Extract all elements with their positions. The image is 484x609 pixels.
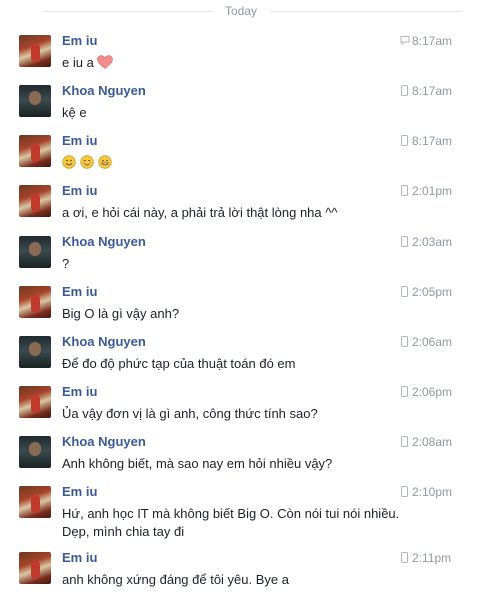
timestamp-text: 8:17am — [412, 84, 453, 98]
timestamp-text: 2:03am — [412, 235, 453, 249]
timestamp: 8:17am — [400, 33, 462, 49]
sender-name[interactable]: Em iu — [62, 183, 97, 199]
mobile-icon — [400, 436, 409, 447]
sender-name[interactable]: Khoa Nguyen — [62, 83, 146, 99]
timestamp: 2:06am — [400, 334, 462, 350]
mobile-icon — [400, 552, 409, 563]
date-divider: Today — [0, 3, 484, 19]
message-text-content: e iu a — [62, 55, 94, 70]
sender-name[interactable]: Em iu — [62, 550, 97, 566]
message-item: Em iu 8:17am — [0, 133, 484, 173]
message-text: e iu a — [62, 54, 462, 72]
message-text: Để đo độ phức tạp của thuật toán đó em — [62, 356, 296, 371]
sender-name[interactable]: Khoa Nguyen — [62, 334, 146, 350]
grin-emoji-icon — [98, 155, 112, 169]
message-text: Ủa vậy đơn vị là gì anh, công thức tính … — [62, 406, 318, 421]
message-text: Big O là gì vậy anh? — [62, 306, 180, 321]
smile-emoji-icon — [62, 155, 76, 169]
message-text: ? — [62, 256, 70, 271]
sender-name[interactable]: Em iu — [62, 384, 97, 400]
message-item: Em iu 2:06pm Ủa vậy đơn vị là gì anh, cô… — [0, 384, 484, 424]
timestamp: 2:05pm — [400, 284, 462, 300]
timestamp-text: 8:17am — [412, 34, 453, 48]
avatar[interactable] — [19, 286, 51, 318]
message-item: Em iu 2:01pm a ơi, e hỏi cái này, a phải… — [0, 183, 484, 223]
chat-icon — [400, 35, 410, 46]
mobile-icon — [400, 336, 409, 347]
avatar[interactable] — [19, 486, 51, 518]
blush-emoji-icon — [80, 155, 94, 169]
mobile-icon — [400, 135, 409, 146]
message-item: Em iu 2:10pm Hứ, anh học IT mà không biế… — [0, 484, 484, 540]
timestamp: 2:08am — [400, 434, 462, 450]
timestamp-text: 2:01pm — [412, 184, 453, 198]
mobile-icon — [400, 286, 409, 297]
timestamp-text: 2:10pm — [412, 485, 453, 499]
sender-name[interactable]: Em iu — [62, 484, 97, 500]
message-text — [62, 154, 462, 172]
sender-name[interactable]: Em iu — [62, 133, 97, 149]
message-item: Em iu 2:11pm anh không xứng đáng để tôi … — [0, 550, 484, 590]
timestamp: 2:03am — [400, 234, 462, 250]
timestamp-text: 2:05pm — [412, 285, 453, 299]
sender-name[interactable]: Khoa Nguyen — [62, 434, 146, 450]
divider-line-left — [44, 11, 212, 12]
mobile-icon — [400, 236, 409, 247]
timestamp: 2:10pm — [400, 484, 462, 500]
timestamp-text: 8:17am — [412, 134, 453, 148]
timestamp-text: 2:08am — [412, 435, 453, 449]
divider-line-right — [270, 11, 462, 12]
message-item: Em iu 2:05pm Big O là gì vậy anh? — [0, 284, 484, 324]
message-text-line: Hứ, anh học IT mà không biết Big O. Còn … — [62, 506, 400, 521]
avatar[interactable] — [19, 85, 51, 117]
timestamp: 2:11pm — [400, 550, 462, 566]
heart-icon — [97, 55, 114, 69]
mobile-icon — [400, 386, 409, 397]
avatar[interactable] — [19, 552, 51, 584]
message-item: Khoa Nguyen 2:08am Anh không biết, mà sa… — [0, 434, 484, 474]
message-item: Khoa Nguyen 8:17am kệ e — [0, 83, 484, 123]
timestamp: 8:17am — [400, 83, 462, 99]
avatar[interactable] — [19, 436, 51, 468]
sender-name[interactable]: Em iu — [62, 33, 97, 49]
avatar[interactable] — [19, 386, 51, 418]
avatar[interactable] — [19, 336, 51, 368]
message-text-line: Dẹp, mình chia tay đi — [62, 524, 185, 539]
timestamp: 8:17am — [400, 133, 462, 149]
mobile-icon — [400, 185, 409, 196]
message-text: anh không xứng đáng để tôi yêu. Bye a — [62, 572, 289, 587]
message-text: Anh không biết, mà sao nay em hỏi nhiều … — [62, 456, 333, 471]
date-divider-label: Today — [224, 4, 258, 18]
message-item: Khoa Nguyen 2:03am ? — [0, 234, 484, 274]
message-text: kệ e — [62, 105, 87, 120]
mobile-icon — [400, 486, 409, 497]
timestamp-text: 2:06pm — [412, 385, 453, 399]
sender-name[interactable]: Khoa Nguyen — [62, 234, 146, 250]
message-item: Khoa Nguyen 2:06am Để đo độ phức tạp của… — [0, 334, 484, 374]
timestamp-text: 2:06am — [412, 335, 453, 349]
avatar[interactable] — [19, 185, 51, 217]
mobile-icon — [400, 85, 409, 96]
sender-name[interactable]: Em iu — [62, 284, 97, 300]
message-item: Em iu 8:17am e iu a — [0, 33, 484, 73]
timestamp-text: 2:11pm — [412, 551, 452, 565]
avatar[interactable] — [19, 35, 51, 67]
message-text: Hứ, anh học IT mà không biết Big O. Còn … — [62, 505, 462, 541]
avatar[interactable] — [19, 135, 51, 167]
timestamp: 2:01pm — [400, 183, 462, 199]
timestamp: 2:06pm — [400, 384, 462, 400]
message-text: a ơi, e hỏi cái này, a phải trả lời thật… — [62, 205, 338, 220]
avatar[interactable] — [19, 236, 51, 268]
